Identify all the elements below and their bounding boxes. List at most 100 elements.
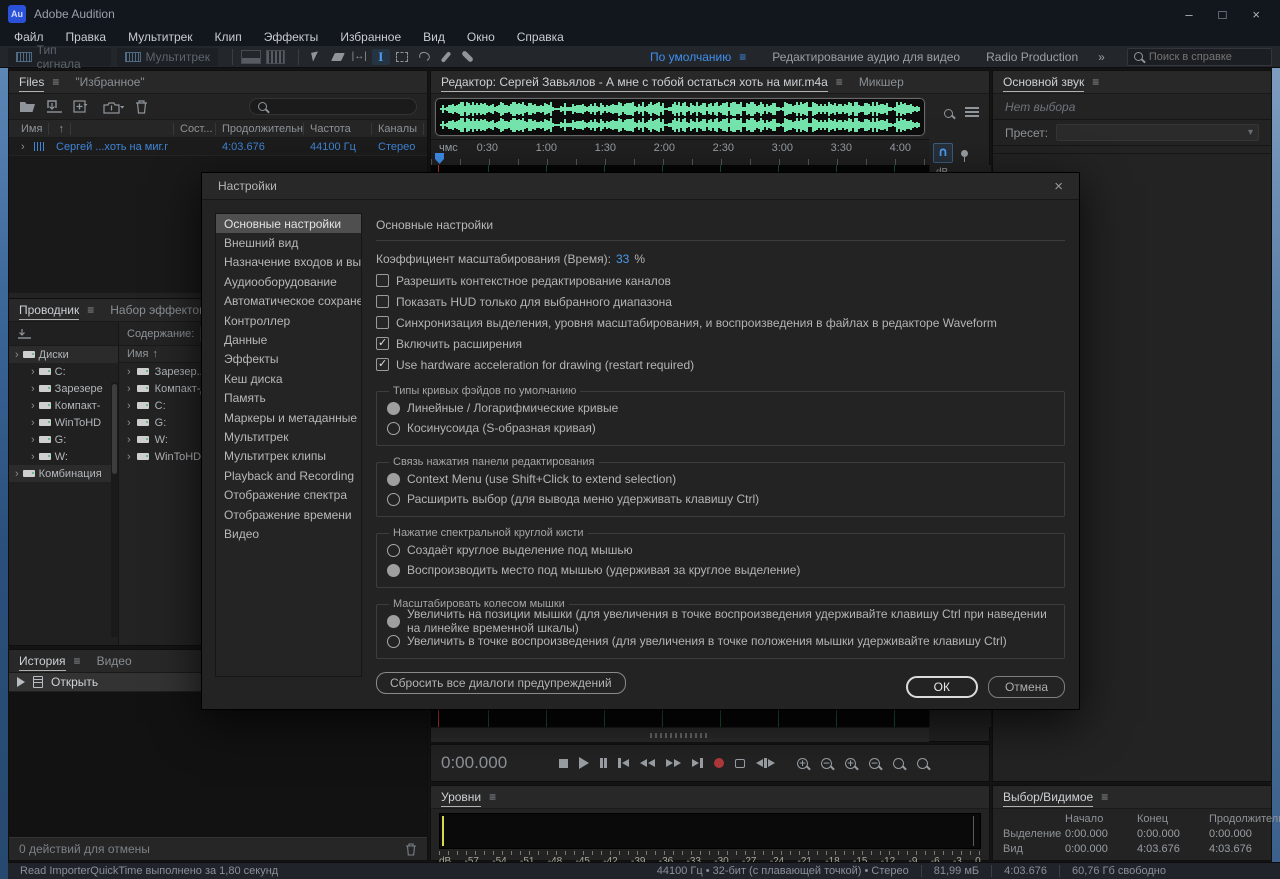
panel-menu-icon[interactable]: ≡	[1101, 790, 1108, 804]
expand-caret-icon[interactable]: ›	[127, 434, 131, 446]
record-button[interactable]	[714, 755, 724, 771]
panel-menu-icon[interactable]: ≡	[489, 790, 496, 804]
tab-history[interactable]: История	[19, 654, 66, 671]
radio-icon[interactable]	[387, 422, 400, 435]
expand-caret-icon[interactable]: ›	[127, 451, 131, 463]
trash-icon[interactable]	[135, 100, 148, 114]
expand-caret-icon[interactable]: ›	[127, 417, 131, 429]
checkbox-icon[interactable]	[376, 337, 389, 350]
column-sample-rate[interactable]: Частота	[304, 123, 372, 135]
expand-caret-icon[interactable]: ›	[15, 141, 30, 153]
snap-magnet-icon[interactable]: ∩	[933, 143, 953, 163]
tab-essential-sound[interactable]: Основной звук	[1003, 75, 1084, 92]
preference-checkbox-row[interactable]: Синхронизация выделения, уровня масштаби…	[376, 312, 1065, 333]
waveform-view-icon[interactable]	[241, 50, 261, 64]
menu-item[interactable]: Вид	[423, 30, 445, 44]
razor-tool[interactable]	[329, 49, 347, 65]
tab-video[interactable]: Видео	[97, 654, 132, 668]
tab-favorites[interactable]: "Избранное"	[75, 75, 144, 89]
lasso-selection-tool[interactable]	[415, 49, 433, 65]
preferences-category[interactable]: Кеш диска	[216, 369, 361, 388]
rewind-button[interactable]	[640, 755, 655, 771]
reset-warnings-button[interactable]: Сбросить все диалоги предупреждений	[376, 672, 626, 694]
skip-to-end-button[interactable]	[692, 755, 703, 771]
radio-option[interactable]: Увеличить на позиции мышки (для увеличен…	[387, 611, 1054, 631]
loop-playback-button[interactable]	[735, 755, 745, 771]
new-item-icon[interactable]	[73, 100, 93, 113]
menu-item[interactable]: Клип	[215, 30, 242, 44]
preferences-category[interactable]: Память	[216, 389, 361, 408]
menu-item[interactable]: Эффекты	[264, 30, 319, 44]
column-name[interactable]: Имя ↑	[9, 123, 174, 135]
preset-dropdown[interactable]: ▾	[1056, 124, 1259, 141]
panel-menu-icon[interactable]: ≡	[52, 75, 59, 89]
help-search-input[interactable]	[1149, 51, 1259, 63]
zoom-factor-value[interactable]: 33	[616, 252, 629, 266]
tree-item[interactable]: › WinToHD	[9, 414, 118, 431]
radio-icon[interactable]	[387, 615, 400, 628]
preferences-category[interactable]: Автоматическое сохранение	[216, 292, 361, 311]
radio-option[interactable]: Линейные / Логарифмические кривые	[387, 398, 1054, 418]
spectral-view-icon[interactable]	[266, 50, 286, 64]
panel-menu-icon[interactable]: ≡	[836, 75, 843, 89]
radio-icon[interactable]	[387, 564, 400, 577]
tab-mixer[interactable]: Микшер	[859, 75, 904, 89]
expand-caret-icon[interactable]: ›	[31, 434, 35, 446]
preferences-category[interactable]: Отображение спектра	[216, 485, 361, 504]
expand-caret-icon[interactable]: ›	[127, 383, 131, 395]
playhead-time-display[interactable]: 0:00.000	[441, 753, 551, 773]
slip-tool[interactable]: |↔|	[350, 49, 368, 65]
waveform-overview[interactable]	[435, 98, 925, 136]
zoom-in-vertical-button[interactable]	[797, 758, 808, 769]
preferences-category[interactable]: Назначение входов и выходов	[216, 253, 361, 272]
tree-scrollbar[interactable]	[111, 382, 118, 637]
column-channels[interactable]: Каналы	[372, 123, 424, 135]
spot-healing-brush-tool[interactable]	[458, 49, 476, 65]
preferences-category[interactable]: Контроллер	[216, 311, 361, 330]
expand-caret-icon[interactable]: ›	[31, 366, 35, 378]
workspace-overflow-icon[interactable]: »	[1098, 50, 1105, 64]
tree-item[interactable]: › C:	[9, 363, 118, 380]
ok-button[interactable]: ОК	[906, 676, 978, 698]
dialog-close-icon[interactable]: ×	[1054, 178, 1063, 195]
move-tool[interactable]	[307, 49, 325, 65]
play-button[interactable]	[579, 755, 589, 771]
preferences-category[interactable]: Отображение времени	[216, 505, 361, 524]
close-button[interactable]: ×	[1252, 7, 1260, 22]
marquee-selection-tool[interactable]	[394, 49, 412, 65]
checkbox-icon[interactable]	[376, 274, 389, 287]
preferences-category[interactable]: Playback and Recording	[216, 466, 361, 485]
scrollbar-grip[interactable]	[650, 733, 710, 738]
menu-item[interactable]: Справка	[517, 30, 564, 44]
tree-item[interactable]: › G:	[9, 431, 118, 448]
view-duration[interactable]: 4:03.676	[1209, 843, 1280, 855]
view-end[interactable]: 4:03.676	[1137, 843, 1209, 855]
preference-checkbox-row[interactable]: Показать HUD только для выбранного диапа…	[376, 291, 1065, 312]
expand-caret-icon[interactable]: ›	[31, 400, 35, 412]
expand-caret-icon[interactable]: ›	[127, 400, 131, 412]
preferences-category[interactable]: Мультитрек	[216, 427, 361, 446]
adjust-playhead-button[interactable]	[756, 755, 775, 771]
tab-selection-view[interactable]: Выбор/Видимое	[1003, 790, 1093, 807]
radio-icon[interactable]	[387, 402, 400, 415]
stop-button[interactable]	[559, 755, 568, 771]
preference-checkbox-row[interactable]: Включить расширения	[376, 333, 1065, 354]
workspace-menu-icon[interactable]: ≡	[739, 50, 746, 64]
panel-menu-icon[interactable]: ≡	[1092, 75, 1099, 89]
view-start[interactable]: 0:00.000	[1065, 843, 1137, 855]
selection-end[interactable]: 0:00.000	[1137, 828, 1209, 840]
zoom-reset-button[interactable]	[917, 758, 928, 769]
waveform-editor-button[interactable]: Тип сигнала	[8, 48, 111, 66]
radio-option[interactable]: Косинусоида (S-образная кривая)	[387, 418, 1054, 438]
tab-editor[interactable]: Редактор: Сергей Завьялов - А мне с тобо…	[441, 75, 828, 92]
preferences-category[interactable]: Маркеры и метаданные	[216, 408, 361, 427]
preference-checkbox-row[interactable]: Разрешить контекстное редактирование кан…	[376, 270, 1065, 291]
fast-forward-button[interactable]	[666, 755, 681, 771]
preferences-category[interactable]: Мультитрек клипы	[216, 447, 361, 466]
zoom-out-vertical-button[interactable]	[821, 758, 832, 769]
marker-pin-icon[interactable]	[961, 150, 968, 157]
files-search-input[interactable]	[273, 99, 393, 114]
paintbrush-selection-tool[interactable]	[437, 49, 455, 65]
zoom-reset-icon[interactable]	[944, 109, 953, 118]
expand-caret-icon[interactable]: ›	[127, 366, 131, 378]
